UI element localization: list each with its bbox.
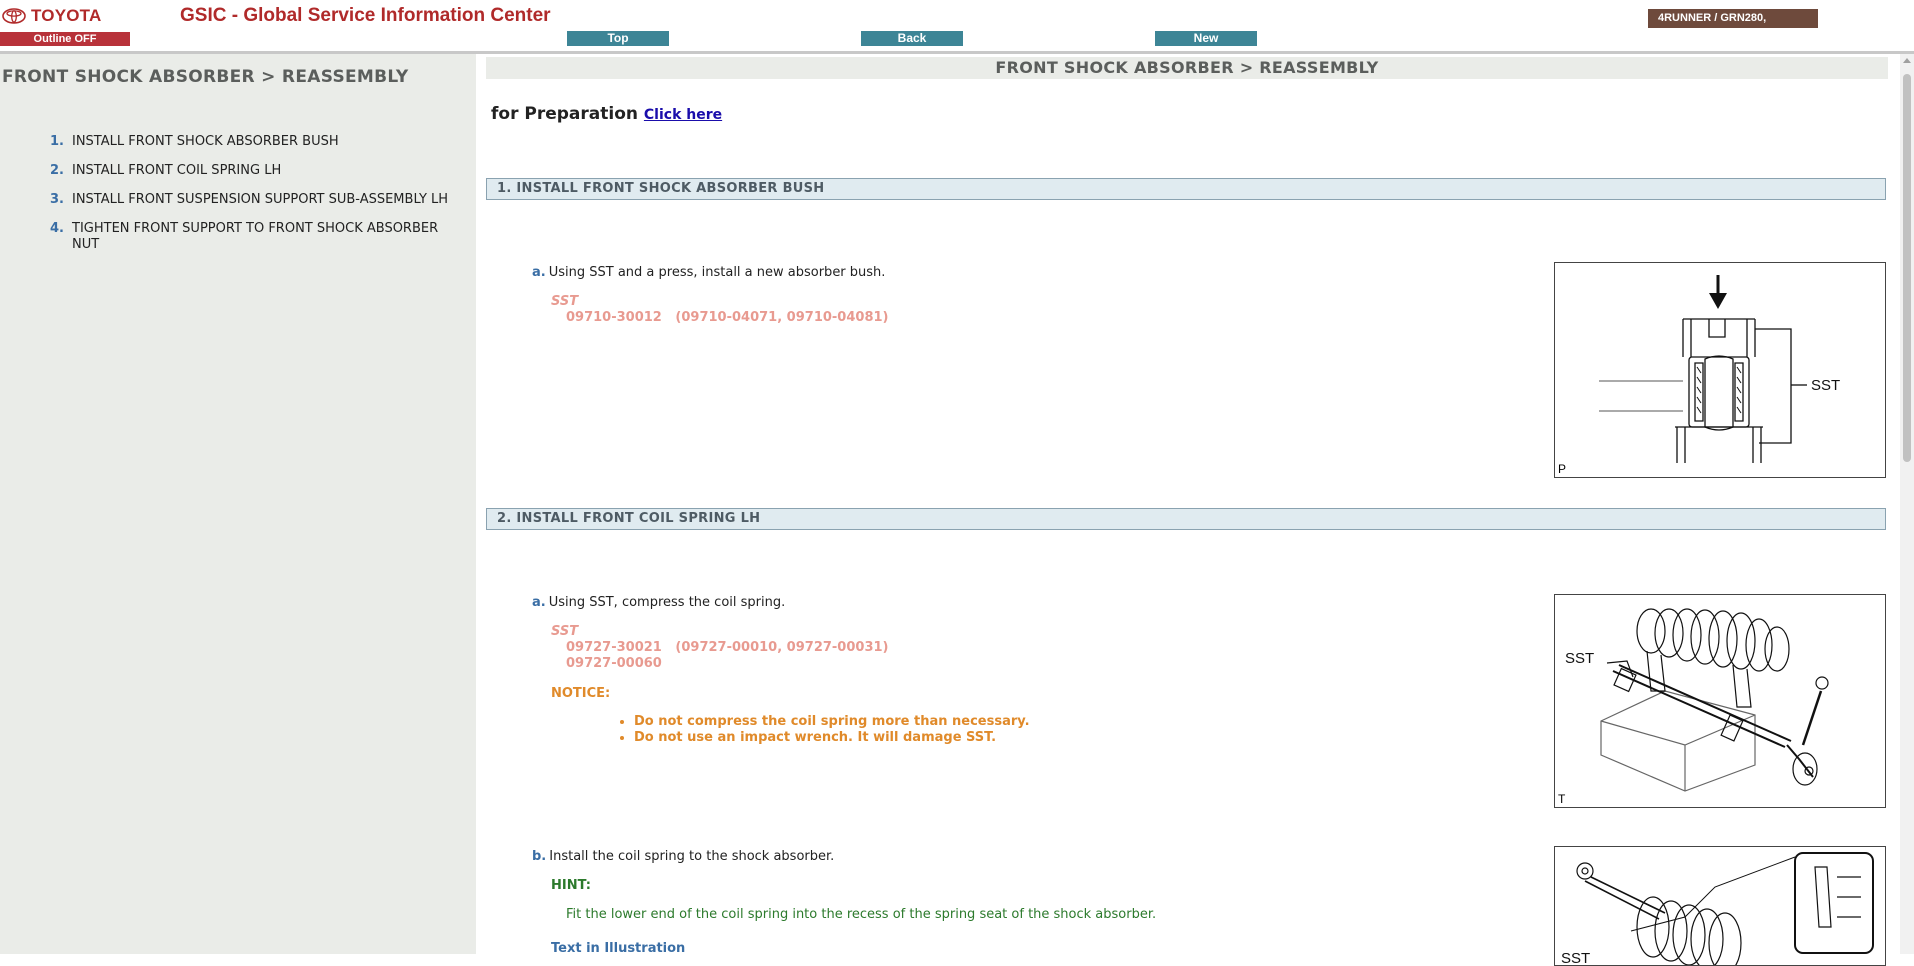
new-button[interactable]: New [1155,31,1257,46]
sst-part-numbers: 09710-30012 (09710-04071, 09710-04081) [566,310,889,325]
sidebar-item-install-suspension-support[interactable]: 3. INSTALL FRONT SUSPENSION SUPPORT SUB-… [50,192,460,208]
section-header: 2. INSTALL FRONT COIL SPRING LH [486,508,1886,530]
item-number: 4. [50,221,64,236]
toyota-emblem-icon [2,8,26,24]
back-button[interactable]: Back [861,31,963,46]
outline-sidebar: FRONT SHOCK ABSORBER > REASSEMBLY 1. INS… [0,54,476,954]
notice-item: Do not use an impact wrench. It will dam… [634,730,1030,746]
hint-label: HINT: [551,878,591,893]
step-instruction: Using SST, compress the coil spring. [548,595,786,610]
step-text: a. Using SST and a press, install a new a… [532,265,885,280]
notice-item: Do not compress the coil spring more tha… [634,714,1030,730]
scroll-thumb[interactable] [1903,74,1911,462]
illustration-spring-install: SST [1554,846,1886,966]
sidebar-item-label[interactable]: INSTALL FRONT SUSPENSION SUPPORT SUB-ASS… [72,192,448,208]
item-number: 3. [50,192,64,207]
sidebar-item-label[interactable]: INSTALL FRONT COIL SPRING LH [72,163,281,179]
app-title: GSIC - Global Service Information Center [180,5,551,26]
hint-text: Fit the lower end of the coil spring int… [566,907,1157,922]
figure-label: SST [1565,650,1594,667]
sidebar-item-install-coil-spring[interactable]: 2. INSTALL FRONT COIL SPRING LH [50,163,460,179]
step-instruction: Install the coil spring to the shock abs… [549,849,835,864]
figure-tag: P [1558,462,1567,476]
step-letter: a. [532,265,546,280]
illustration-bush-press: SST P [1554,262,1886,478]
sidebar-item-label[interactable]: TIGHTEN FRONT SUPPORT TO FRONT SHOCK ABS… [72,221,460,253]
figure-label: SST [1811,377,1840,394]
step-instruction: Using SST and a press, install a new abs… [548,265,886,280]
sst-part-numbers: 09727-30021 (09727-00010, 09727-00031) [566,640,889,655]
sidebar-title: FRONT SHOCK ABSORBER > REASSEMBLY [2,67,409,87]
notice-list: Do not compress the coil spring more tha… [620,714,1030,746]
coil-compressor-diagram: SST [1565,608,1829,792]
sidebar-item-install-bush[interactable]: 1. INSTALL FRONT SHOCK ABSORBER BUSH [50,134,460,150]
outline-toggle-button[interactable]: Outline OFF [0,32,130,46]
outline-list: 1. INSTALL FRONT SHOCK ABSORBER BUSH 2. … [50,134,460,266]
preparation-line: for Preparation Click here [491,104,722,124]
sst-label: SST [551,294,579,309]
vehicle-selector[interactable]: 4RUNNER / GRN280, [1648,9,1818,28]
item-number: 1. [50,134,64,149]
brand-name: TOYOTA [31,6,102,25]
notice-label: NOTICE: [551,686,611,701]
bush-press-diagram: SST [1599,275,1840,463]
preparation-text: for Preparation [491,104,638,124]
section-header: 1. INSTALL FRONT SHOCK ABSORBER BUSH [486,178,1886,200]
preparation-link[interactable]: Click here [644,107,722,123]
figure-tag: T [1558,792,1566,806]
header-bar: TOYOTA GSIC - Global Service Information… [0,0,1914,54]
illustration-coil-compressor: SST T [1554,594,1886,808]
page-title: FRONT SHOCK ABSORBER > REASSEMBLY [486,57,1888,79]
sidebar-item-tighten-support-nut[interactable]: 4. TIGHTEN FRONT SUPPORT TO FRONT SHOCK … [50,221,460,253]
step-text: b. Install the coil spring to the shock a… [532,849,834,864]
scroll-up-arrow-icon[interactable] [1903,58,1911,63]
vertical-scrollbar[interactable] [1900,54,1914,954]
item-number: 2. [50,163,64,178]
sidebar-item-label[interactable]: INSTALL FRONT SHOCK ABSORBER BUSH [72,134,339,150]
toyota-logo[interactable]: TOYOTA [2,6,101,26]
main-content: FRONT SHOCK ABSORBER > REASSEMBLY for Pr… [486,54,1888,966]
sst-part-numbers: 09727-00060 [566,656,662,671]
spring-install-diagram: SST [1561,852,1874,965]
step-text: a. Using SST, compress the coil spring. [532,595,785,610]
sst-label: SST [551,624,579,639]
top-button[interactable]: Top [567,31,669,46]
step-letter: b. [532,849,547,864]
step-letter: a. [532,595,546,610]
figure-label: SST [1561,950,1590,965]
